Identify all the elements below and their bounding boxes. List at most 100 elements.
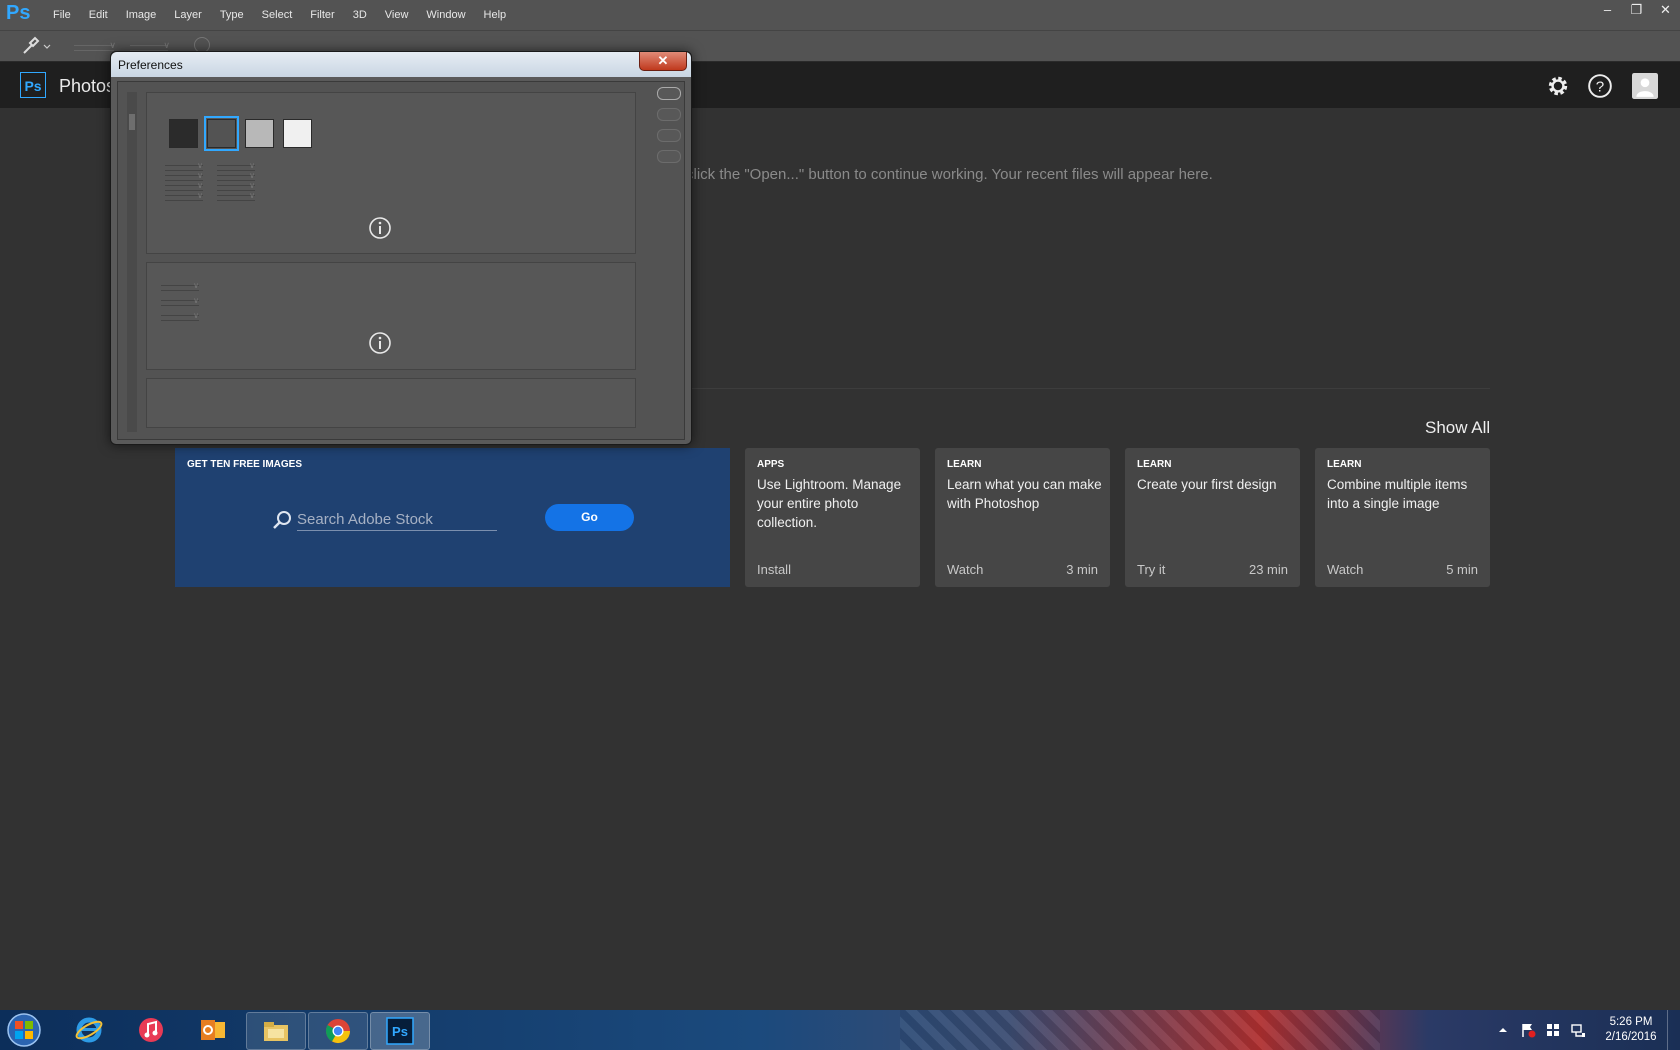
ok-button[interactable] — [657, 87, 681, 100]
appearance-panel — [146, 92, 636, 254]
info-icon — [369, 217, 391, 239]
menu-file[interactable]: File — [44, 0, 80, 30]
sample-size-dropdown[interactable]: ∨ — [74, 40, 116, 51]
menu-3d[interactable]: 3D — [344, 0, 376, 30]
prev-button[interactable] — [657, 129, 681, 142]
taskbar-file-explorer[interactable] — [246, 1012, 306, 1050]
stock-search-input[interactable] — [297, 508, 497, 531]
theme-swatch-darkest[interactable] — [169, 119, 198, 148]
close-icon[interactable]: ✕ — [1651, 0, 1680, 22]
dialog-title: Preferences — [118, 58, 183, 72]
card-action[interactable]: Try it — [1137, 562, 1165, 577]
menu-image[interactable]: Image — [117, 0, 166, 30]
recent-files-message: click the "Open..." button to continue w… — [686, 166, 1213, 183]
card-action[interactable]: Watch — [947, 562, 983, 577]
help-icon[interactable]: ? — [1587, 73, 1613, 99]
dialog-title-bar[interactable]: Preferences ✕ — [111, 52, 691, 77]
taskbar-outlook[interactable] — [184, 1012, 242, 1048]
show-all-link[interactable]: Show All — [1425, 418, 1490, 438]
window-controls: – ❐ ✕ — [1593, 0, 1680, 22]
text-dropdown[interactable] — [161, 311, 199, 321]
taskbar-chrome[interactable] — [308, 1012, 368, 1050]
menu-layer[interactable]: Layer — [165, 0, 211, 30]
card-title: Use Lightroom. Manage your entire photo … — [757, 477, 902, 530]
scrollbar-thumb[interactable] — [129, 114, 135, 130]
appearance-dropdown[interactable] — [165, 191, 203, 201]
photoshop-icon: Ps — [386, 1017, 414, 1045]
eyedropper-icon — [23, 36, 51, 54]
windows-update-icon[interactable] — [1545, 1022, 1561, 1038]
learn-card-combine-items[interactable]: LEARN Combine multiple items into a sing… — [1315, 448, 1490, 587]
text-dropdown[interactable] — [161, 296, 199, 306]
learn-card-what-you-can-make[interactable]: LEARN Learn what you can make with Photo… — [935, 448, 1110, 587]
learn-card-lightroom[interactable]: APPS Use Lightroom. Manage your entire p… — [745, 448, 920, 587]
card-action[interactable]: Watch — [1327, 562, 1363, 577]
learn-card-first-design[interactable]: LEARN Create your first design Try it 23… — [1125, 448, 1300, 587]
menu-view[interactable]: View — [376, 0, 418, 30]
menu-type[interactable]: Type — [211, 0, 253, 30]
app-name: Photos — [59, 76, 116, 96]
card-title: Create your first design — [1137, 477, 1277, 492]
dialog-body — [117, 81, 685, 440]
menu-filter[interactable]: Filter — [301, 0, 343, 30]
menu-help[interactable]: Help — [475, 0, 516, 30]
preferences-dialog: Preferences ✕ — [110, 51, 692, 445]
taskbar-itunes[interactable] — [122, 1012, 180, 1048]
search-icon — [273, 511, 291, 529]
go-button[interactable]: Go — [545, 504, 634, 531]
svg-text:Ps: Ps — [392, 1024, 408, 1039]
svg-text:?: ? — [1596, 78, 1604, 95]
menu-bar: Ps File Edit Image Layer Type Select Fil… — [0, 0, 1680, 31]
info-icon — [369, 332, 391, 354]
network-icon[interactable] — [1570, 1022, 1586, 1038]
text-panel — [146, 262, 636, 370]
menu-edit[interactable]: Edit — [80, 0, 117, 30]
user-icon[interactable] — [1632, 73, 1658, 99]
theme-swatch-lightest[interactable] — [283, 119, 312, 148]
card-action[interactable]: Install — [757, 562, 791, 577]
menu-select[interactable]: Select — [253, 0, 302, 30]
taskbar-clock[interactable]: 5:26 PM 2/16/2016 — [1596, 1015, 1666, 1045]
card-title: Combine multiple items into a single ima… — [1327, 477, 1468, 511]
card-title: Learn what you can make with Photoshop — [947, 477, 1102, 511]
category-list-scrollbar[interactable] — [127, 92, 137, 432]
photoshop-app-icon[interactable]: Ps — [6, 2, 30, 25]
menu-window[interactable]: Window — [417, 0, 474, 30]
taskbar-internet-explorer[interactable] — [60, 1012, 118, 1048]
menu-list: File Edit Image Layer Type Select Filter… — [44, 0, 515, 30]
card-duration: 23 min — [1248, 562, 1288, 577]
itunes-icon — [139, 1018, 163, 1042]
wallpaper-pattern — [900, 1010, 1380, 1050]
file-explorer-icon — [264, 1022, 288, 1041]
cancel-button[interactable] — [657, 108, 681, 121]
card-category: LEARN — [947, 459, 982, 470]
card-category: LEARN — [1137, 459, 1172, 470]
chrome-icon — [325, 1019, 350, 1044]
outlook-icon — [201, 1020, 225, 1040]
next-button[interactable] — [657, 150, 681, 163]
card-category: LEARN — [1327, 459, 1362, 470]
gear-icon[interactable] — [1545, 73, 1571, 99]
dialog-close-button[interactable]: ✕ — [639, 52, 687, 71]
show-hidden-icons-icon[interactable] — [1495, 1022, 1511, 1038]
stock-card-title: GET TEN FREE IMAGES — [187, 459, 303, 470]
card-duration: 3 min — [1066, 562, 1098, 577]
internet-explorer-icon — [75, 1017, 103, 1043]
theme-swatch-dark-selected[interactable] — [204, 116, 239, 151]
appearance-dropdown[interactable] — [217, 191, 255, 201]
adobe-stock-card: GET TEN FREE IMAGES Go — [175, 448, 730, 587]
windows-taskbar: Ps 5:26 PM 2/16/2016 — [0, 1010, 1680, 1050]
show-desktop-button[interactable] — [1667, 1010, 1680, 1050]
clock-time: 5:26 PM — [1609, 1016, 1653, 1028]
text-dropdown[interactable] — [161, 281, 199, 291]
card-category: APPS — [757, 459, 785, 470]
restore-icon[interactable]: ❐ — [1622, 0, 1651, 22]
action-center-flag-icon[interactable] — [1520, 1022, 1536, 1038]
card-duration: 5 min — [1446, 562, 1478, 577]
options-panel — [146, 378, 636, 428]
theme-swatch-light[interactable] — [245, 119, 274, 148]
minimize-icon[interactable]: – — [1593, 0, 1622, 22]
taskbar-photoshop[interactable]: Ps — [370, 1012, 430, 1050]
start-button[interactable] — [4, 1012, 44, 1048]
tool-preset-picker[interactable] — [20, 36, 54, 56]
